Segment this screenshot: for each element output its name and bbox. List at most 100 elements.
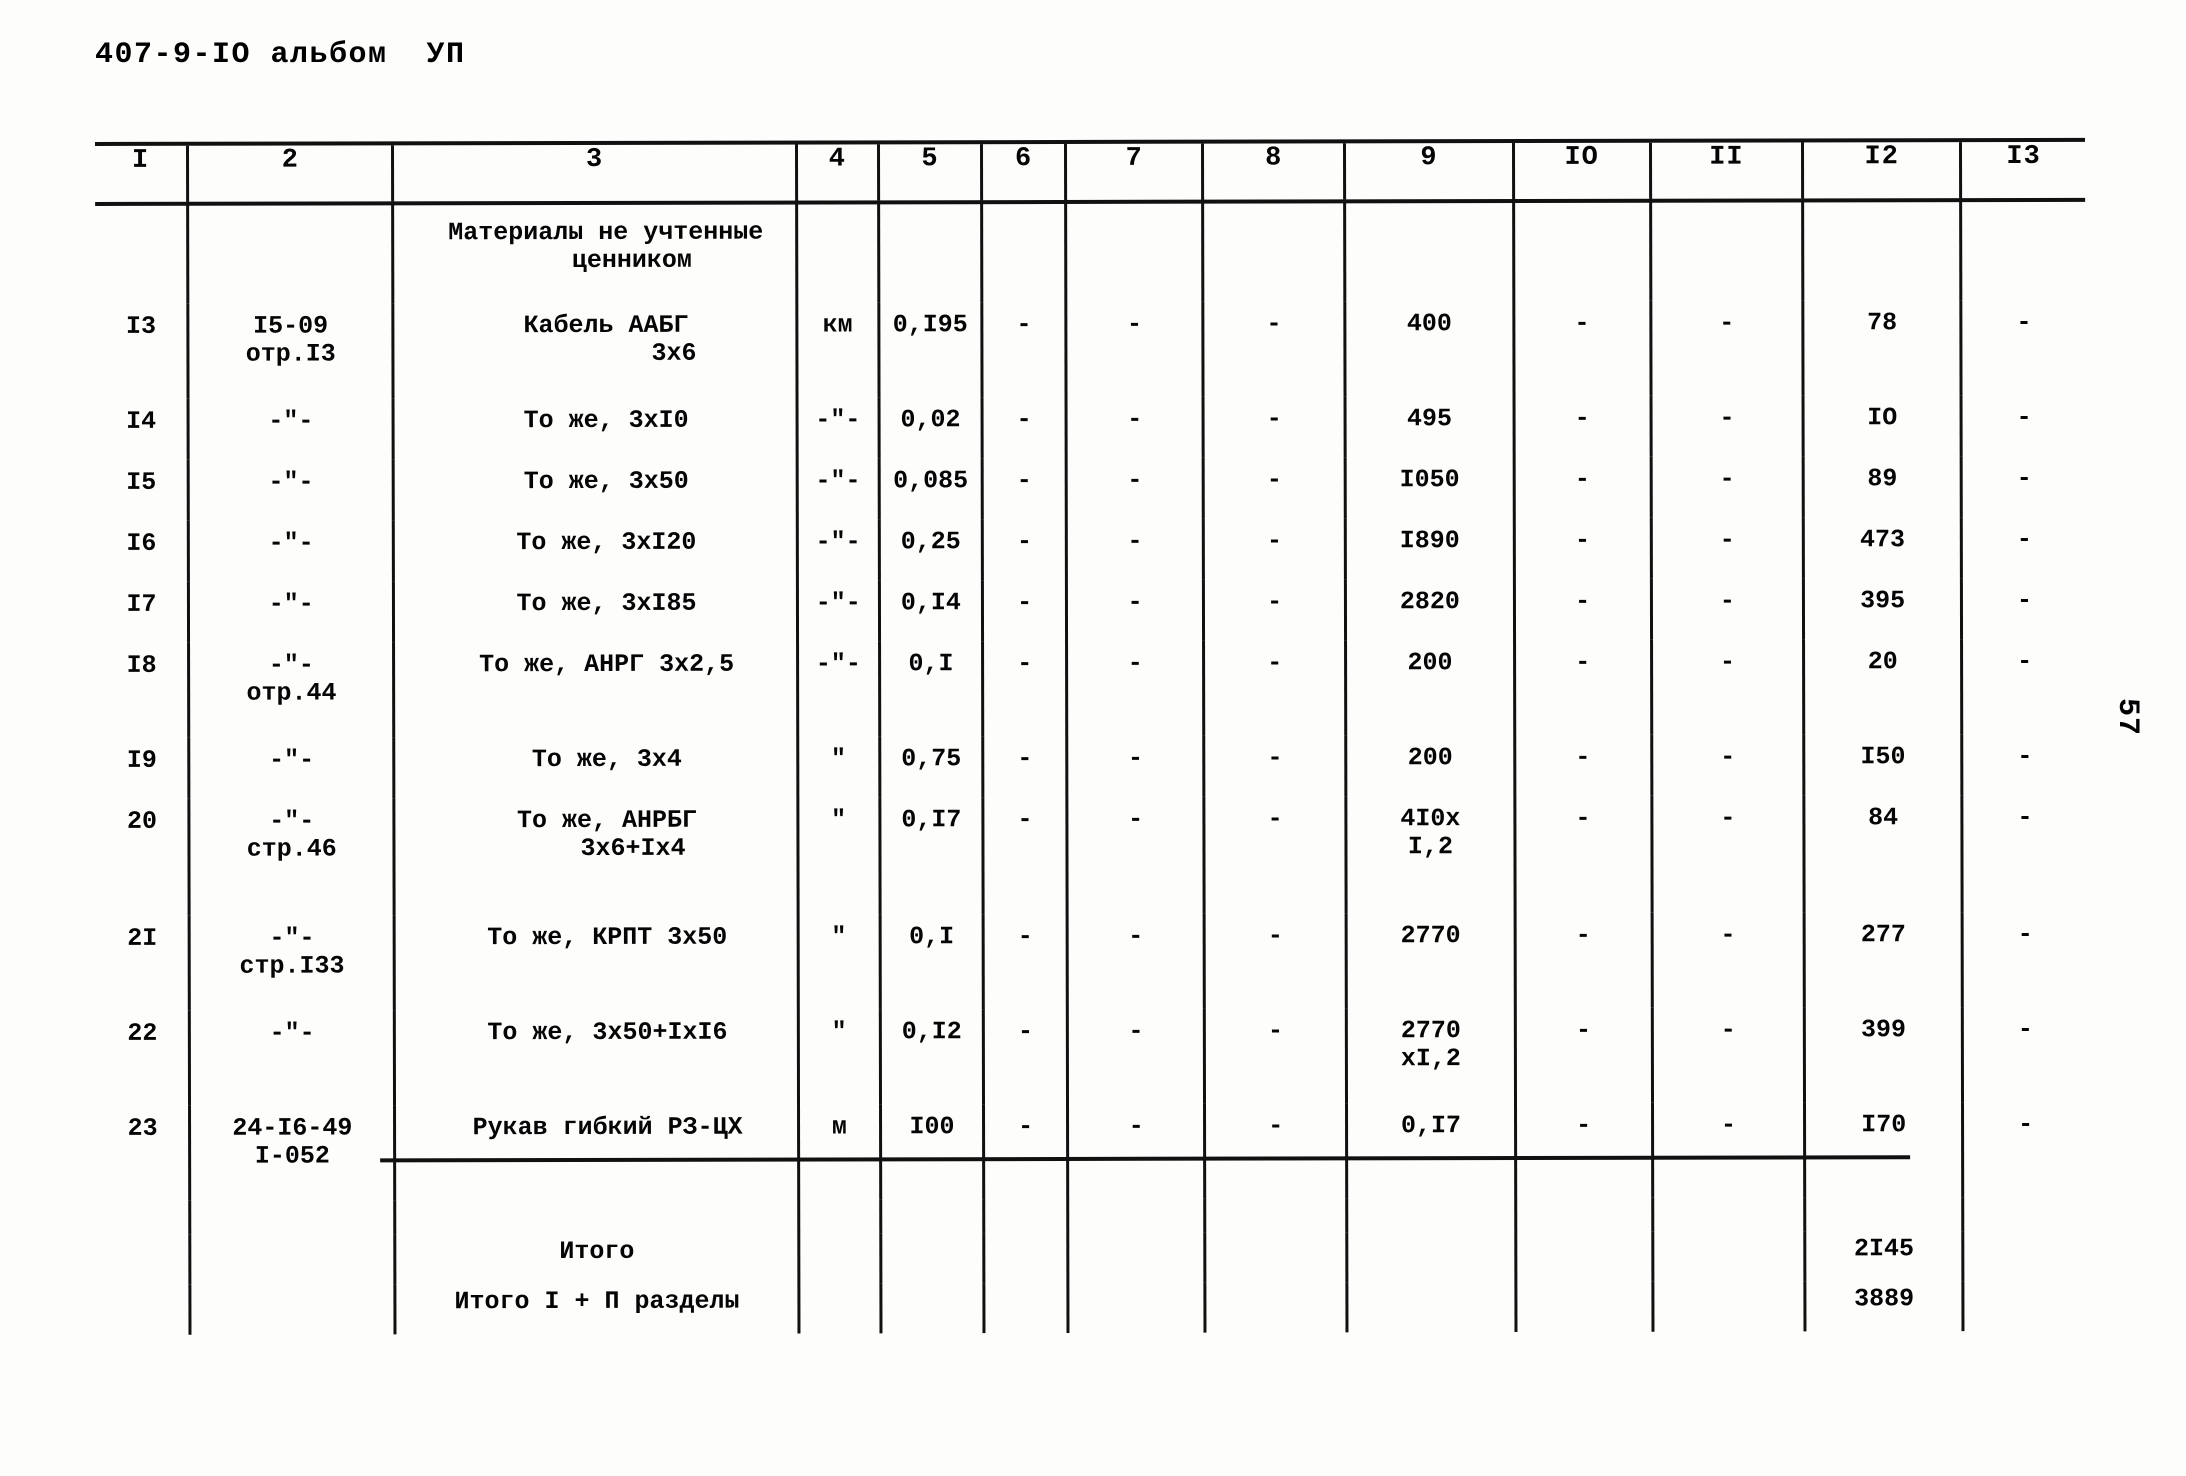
row-c12: 20 [1803,639,1962,735]
pre-totals-spacer [97,1196,2088,1235]
table-row: I7 -"- То же, 3хI85 -"- 0,I4 - - - 2820 … [95,577,2087,643]
totals-c13-cell [1963,1280,2088,1332]
totals-qty-cell [880,1283,984,1334]
col-header-1: I [95,145,188,202]
row-c13: - [1961,516,2086,579]
spacer-cell-10 [1515,1197,1653,1233]
row-c11: - [1651,795,1805,913]
row-c8: - [1204,1103,1347,1199]
row-name: То же, КРПТ 3х50 [394,914,799,1011]
row-name: То же, 3х50 [393,458,797,521]
row-c8: - [1203,579,1346,641]
row-code: -"- [188,581,394,643]
row-name: То же, 3хI85 [393,580,798,643]
row-c7: - [1067,1008,1205,1104]
totals-c9-cell [1347,1232,1516,1283]
row-c7: - [1067,1103,1205,1199]
spacer-cell-8 [1204,1198,1348,1233]
table-row: I3 I5-09 отр.I3 Кабель ААБГ 3х6 км 0,I95… [95,299,2086,399]
row-qty: 0,I95 [878,302,983,398]
row-code: -"- [188,520,394,582]
row-name-line1: То же, АНРБГ [516,805,698,836]
row-c13: - [1962,794,2087,913]
row-c11: - [1650,300,1804,396]
row-c9: 4I0х I,2 [1346,796,1515,914]
row-code: -"- [188,398,394,460]
page-number: 57 [2110,697,2145,737]
totals-c10-cell [1515,1231,1653,1283]
spacer-cell-2 [189,1200,396,1235]
row-name: То же, 3хI0 [393,397,797,460]
row-c8: - [1203,640,1346,736]
row-code: -"- стр.I33 [189,915,395,1011]
totals-code-cell [189,1234,396,1285]
totals-unit-cell [798,1283,881,1334]
row-code-line1: -"- [268,650,314,680]
row-c8: - [1204,1008,1347,1104]
row-code: -"- [188,737,395,799]
scanned-page: 407-9-IO альбом УП 57 I 2 3 4 5 6 7 8 9 … [0,0,2186,1476]
table-row: I8 -"- отр.44 То же, АНРГ 3х2,5 -"- 0,I … [96,638,2087,738]
row-c11: - [1651,734,1805,796]
row-c7: - [1066,579,1204,641]
row-c8: - [1204,913,1347,1009]
row-qty: I00 [880,1104,984,1200]
note-c10-cell [1513,198,1651,302]
row-c9-line2: I,2 [1407,832,1453,862]
row-c6: - [983,913,1068,1010]
table-row: 20 -"- стр.46 То же, АНРБГ 3х6+Iх4 " 0,I… [96,794,2087,916]
row-c10: - [1514,639,1652,736]
row-number: I3 [95,303,189,399]
row-c13: - [1961,638,2087,735]
totals-label: Итого [395,1233,799,1285]
row-c12: I70 [1804,1102,1963,1198]
row-c9: 2820 [1345,579,1515,641]
note-c6-cell [981,199,1067,303]
table-row: I6 -"- То же, 3хI20 -"- 0,25 - - - I890 … [95,516,2086,582]
row-name: Рукав гибкий РЗ-ЦХ [394,1104,799,1201]
row-c12: 399 [1804,1007,1963,1103]
row-c13: - [1961,455,2086,518]
row-c11: - [1650,578,1804,640]
row-c9: 2770 [1346,913,1515,1009]
row-c6: - [981,301,1067,398]
row-c10: - [1515,1102,1653,1199]
row-c6: - [982,735,1068,798]
section-note-line2: ценником [571,245,692,276]
totals-c8-cell [1204,1282,1348,1333]
row-name-line2: 3х6+Iх4 [580,833,686,863]
totals-row: Итого I + П разделы 3889 [97,1280,2088,1335]
row-c11: - [1651,639,1804,735]
row-code: -"- [188,459,394,521]
row-unit: -"- [796,397,879,459]
row-c7: - [1066,518,1204,580]
totals-qty-cell [880,1233,984,1284]
row-code: I5-09 отр.I3 [187,303,394,399]
table-row: 22 -"- То же, 3х50+IхI6 " 0,I2 - - - 277… [96,1006,2088,1106]
col-header-7: 7 [1065,143,1203,200]
row-c9: 0,I7 [1346,1103,1516,1199]
row-unit: -"- [797,580,880,642]
row-name: Кабель ААБГ 3х6 [393,302,797,399]
spacer-cell-5 [880,1199,984,1234]
note-num-cell [95,201,188,304]
row-qty: 0,I7 [879,797,984,915]
row-c9: 200 [1345,640,1515,736]
row-qty: 0,I2 [880,1009,984,1105]
totals-value: 3889 [1805,1281,1964,1332]
row-c8: - [1203,457,1346,519]
row-code-line1: -"- [269,806,315,836]
row-c9-line1: 400 [1406,309,1452,339]
col-header-3: 3 [392,144,797,202]
table-body: Материалы не учтенные ценником I3 I5-09 … [95,197,2088,1335]
row-unit: " [797,797,880,915]
spacer-cell-1 [97,1200,190,1235]
row-c9: I890 [1345,518,1515,580]
row-code-line1: 24-I6-49 [232,1113,353,1143]
row-c12: 84 [1804,795,1963,913]
row-c12: 78 [1803,300,1962,396]
col-header-10: IO [1513,142,1651,200]
row-c10: - [1513,395,1651,458]
note-qty-cell [878,200,982,303]
row-code-line2: стр.46 [246,834,337,864]
